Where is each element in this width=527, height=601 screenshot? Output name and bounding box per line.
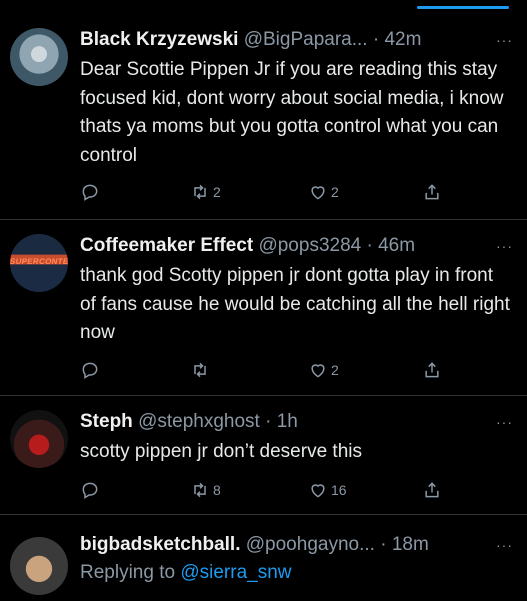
tweet-header: bigbadsketchball. @poohgayno... · 18m xyxy=(80,533,511,557)
timestamp[interactable]: · 46m xyxy=(367,235,416,256)
retweet-button[interactable] xyxy=(190,358,213,382)
reply-icon xyxy=(82,184,98,201)
share-button[interactable] xyxy=(422,478,442,502)
reply-button[interactable] xyxy=(80,180,100,204)
timestamp[interactable]: · 18m xyxy=(380,534,429,555)
like-button[interactable]: 2 xyxy=(308,358,339,382)
avatar[interactable]: SUPERCONTEST xyxy=(10,234,68,292)
retweet-count: 2 xyxy=(213,184,221,200)
action-bar: 8 16 xyxy=(80,478,445,502)
retweet-icon xyxy=(194,482,206,498)
mention-link[interactable]: @sierra_snw xyxy=(180,562,291,583)
more-options-icon[interactable]: ··· xyxy=(496,28,513,52)
retweet-button[interactable]: 2 xyxy=(190,180,221,204)
retweet-icon xyxy=(194,184,206,200)
reply-icon xyxy=(82,482,98,499)
tweet-text: Dear Scottie Pippen Jr if you are readin… xyxy=(80,59,504,166)
tweet-text: scotty pippen jr don’t deserve this xyxy=(80,441,362,462)
display-name[interactable]: Black Krzyzewski xyxy=(80,29,238,50)
user-handle[interactable]: @poohgayno... xyxy=(246,534,375,555)
display-name[interactable]: Coffeemaker Effect xyxy=(80,235,253,256)
top-bar xyxy=(0,0,527,10)
active-tab-indicator xyxy=(417,6,509,9)
more-options-icon[interactable]: ··· xyxy=(496,533,513,557)
user-handle[interactable]: @stephxghost xyxy=(138,411,260,432)
like-count: 2 xyxy=(331,184,339,200)
retweet-icon xyxy=(194,362,206,378)
like-count: 2 xyxy=(331,362,339,378)
share-icon xyxy=(425,362,439,378)
tweet-header: Steph @stephxghost · 1h xyxy=(80,410,511,434)
user-handle[interactable]: @BigPapara... xyxy=(244,29,368,50)
like-button[interactable]: 2 xyxy=(308,180,339,204)
avatar-logo-text: SUPERCONTEST xyxy=(10,257,68,266)
reply-button[interactable] xyxy=(80,478,100,502)
replying-to-label: Replying to xyxy=(80,562,176,583)
retweet-button[interactable]: 8 xyxy=(190,478,221,502)
retweet-count: 8 xyxy=(213,482,221,498)
more-options-icon[interactable]: ··· xyxy=(496,410,513,434)
tweet[interactable]: SUPERCONTEST Coffeemaker Effect @pops328… xyxy=(0,220,527,396)
replying-to-line: Replying to @sierra_snw xyxy=(80,559,511,588)
tweet[interactable]: bigbadsketchball. @poohgayno... · 18m ··… xyxy=(0,515,527,601)
like-icon xyxy=(311,364,325,378)
tweet-header: Coffeemaker Effect @pops3284 · 46m xyxy=(80,234,511,258)
tweet-header: Black Krzyzewski @BigPapara... · 42m xyxy=(80,28,511,52)
user-handle[interactable]: @pops3284 xyxy=(258,235,361,256)
like-icon xyxy=(311,484,325,498)
action-bar: 2 2 xyxy=(80,180,445,204)
avatar[interactable] xyxy=(10,537,68,595)
reply-button[interactable] xyxy=(80,358,100,382)
timestamp[interactable]: · 42m xyxy=(373,29,422,50)
share-icon xyxy=(425,184,439,200)
tweet-text: thank god Scotty pippen jr dont gotta pl… xyxy=(80,265,510,343)
display-name[interactable]: bigbadsketchball. xyxy=(80,534,240,555)
like-count: 16 xyxy=(331,482,347,498)
tweet[interactable]: Black Krzyzewski @BigPapara... · 42m ···… xyxy=(0,14,527,220)
share-button[interactable] xyxy=(422,358,442,382)
tweet[interactable]: Steph @stephxghost · 1h ··· scotty pippe… xyxy=(0,396,527,515)
share-button[interactable] xyxy=(422,180,442,204)
action-bar: 2 xyxy=(80,358,445,382)
like-button[interactable]: 16 xyxy=(308,478,347,502)
share-icon xyxy=(425,482,439,498)
timestamp[interactable]: · 1h xyxy=(265,411,298,432)
avatar[interactable] xyxy=(10,28,68,86)
like-icon xyxy=(311,186,325,200)
more-options-icon[interactable]: ··· xyxy=(496,234,513,258)
reply-icon xyxy=(82,362,98,379)
display-name[interactable]: Steph xyxy=(80,411,133,432)
avatar[interactable] xyxy=(10,410,68,468)
